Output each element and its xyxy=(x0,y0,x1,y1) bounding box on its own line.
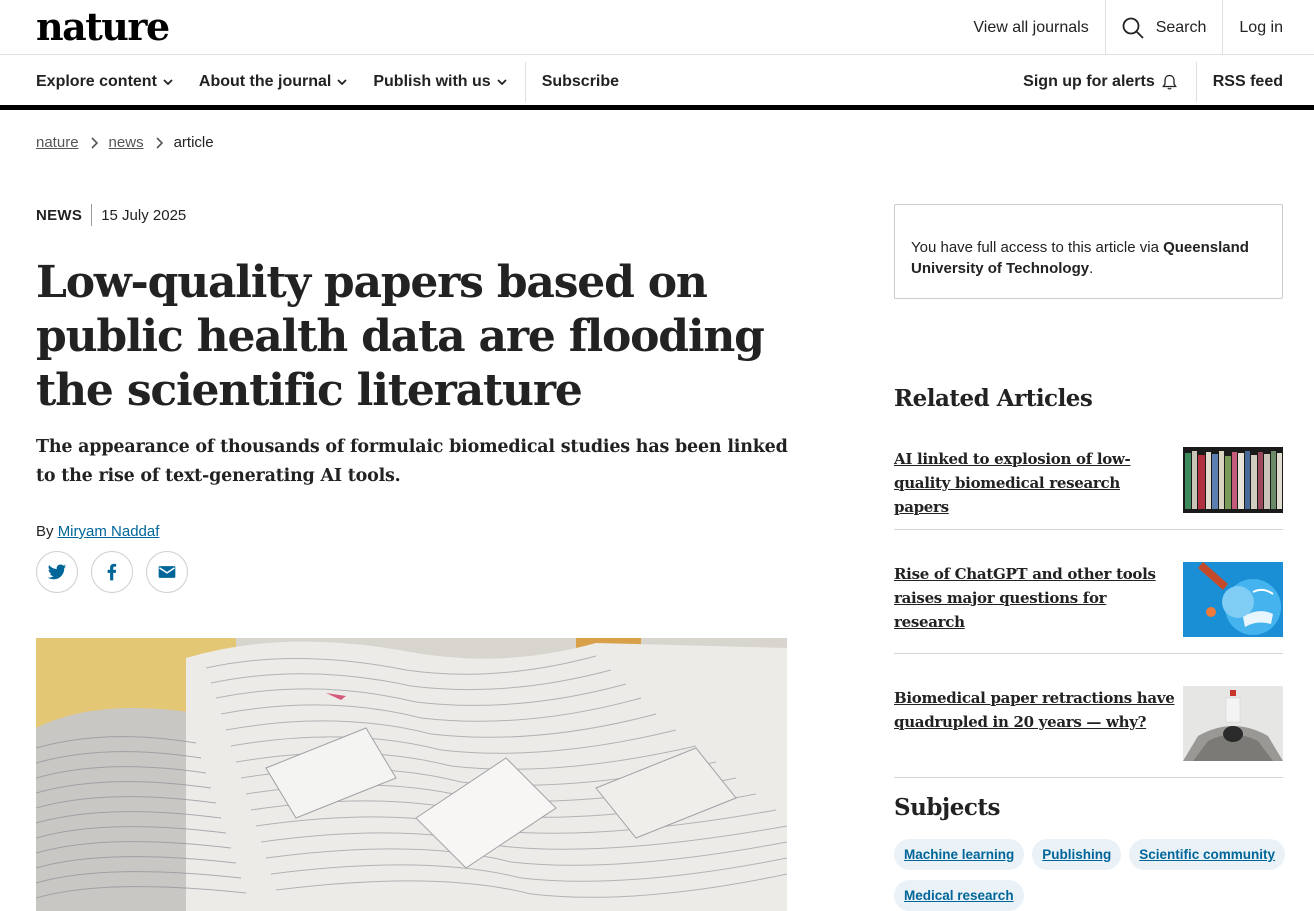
about-journal-label: About the journal xyxy=(198,73,332,90)
related-article-thumbnail xyxy=(1183,447,1283,513)
chevron-down-icon xyxy=(337,79,347,86)
explore-content-menu[interactable]: Explore content xyxy=(36,73,173,91)
related-article-link[interactable]: Biomedical paper retractions have quadru… xyxy=(894,686,1176,734)
nature-logo[interactable]: nature xyxy=(36,4,170,49)
article-title: Low-quality papers based on public healt… xyxy=(36,257,765,416)
access-notice: You have full access to this article via… xyxy=(894,204,1283,299)
publish-with-us-label: Publish with us xyxy=(373,73,491,90)
subject-tags: Machine learning Publishing Scientific c… xyxy=(894,839,1294,911)
bell-icon xyxy=(1161,74,1177,90)
breadcrumb-news[interactable]: news xyxy=(109,134,144,151)
nav-right: Sign up for alerts RSS feed xyxy=(1023,55,1283,109)
related-article-thumbnail xyxy=(1183,686,1283,761)
search-label: Search xyxy=(1155,18,1207,36)
email-icon xyxy=(158,566,176,578)
byline-prefix: By xyxy=(36,523,54,540)
article-meta: NEWS 15 July 2025 xyxy=(36,204,186,226)
subject-tag[interactable]: Publishing xyxy=(1032,839,1122,870)
subject-tag[interactable]: Scientific community xyxy=(1129,839,1286,870)
top-header: nature View all journals Search Log in xyxy=(0,0,1314,55)
view-all-journals-link[interactable]: View all journals xyxy=(957,0,1104,55)
breadcrumb-article: article xyxy=(173,134,214,151)
search-button[interactable]: Search xyxy=(1104,0,1223,55)
breadcrumb-nature[interactable]: nature xyxy=(36,134,79,151)
share-twitter-button[interactable] xyxy=(36,551,78,593)
author-link[interactable]: Miryam Naddaf xyxy=(58,523,160,540)
related-article[interactable]: Rise of ChatGPT and other tools raises m… xyxy=(894,562,1283,654)
alerts-label: Sign up for alerts xyxy=(1023,73,1155,90)
subscribe-link[interactable]: Subscribe xyxy=(542,73,619,91)
about-journal-menu[interactable]: About the journal xyxy=(199,73,347,91)
nav-divider xyxy=(1195,62,1197,102)
access-text: You have full access to this article via xyxy=(911,239,1164,256)
related-article-link[interactable]: Rise of ChatGPT and other tools raises m… xyxy=(894,562,1176,634)
access-suffix: . xyxy=(1089,260,1094,277)
chevron-down-icon xyxy=(497,79,507,86)
search-icon xyxy=(1122,17,1144,39)
hero-image-paper-stacks xyxy=(36,638,787,911)
nav-divider xyxy=(524,62,526,102)
rss-feed-link[interactable]: RSS feed xyxy=(1213,73,1283,91)
chevron-right-icon xyxy=(156,136,163,149)
chevron-down-icon xyxy=(163,79,173,86)
explore-content-label: Explore content xyxy=(36,73,157,90)
meta-divider xyxy=(91,204,93,226)
subjects-heading: Subjects xyxy=(894,794,1000,821)
article-type: NEWS xyxy=(36,206,83,224)
subject-tag[interactable]: Machine learning xyxy=(894,839,1025,870)
twitter-icon xyxy=(47,564,67,580)
share-email-button[interactable] xyxy=(146,551,188,593)
facebook-icon xyxy=(107,563,117,581)
main-nav: Explore content About the journal Publis… xyxy=(0,55,1314,110)
share-facebook-button[interactable] xyxy=(91,551,133,593)
chevron-right-icon xyxy=(90,136,98,149)
publish-with-us-menu[interactable]: Publish with us xyxy=(373,73,507,91)
related-articles-heading: Related Articles xyxy=(894,385,1093,412)
related-article[interactable]: AI linked to explosion of low-quality bi… xyxy=(894,447,1283,530)
article-date: 15 July 2025 xyxy=(101,206,187,224)
related-article[interactable]: Biomedical paper retractions have quadru… xyxy=(894,686,1283,778)
breadcrumb: nature news article xyxy=(36,134,214,151)
byline: By Miryam Naddaf xyxy=(36,523,159,540)
alerts-link[interactable]: Sign up for alerts xyxy=(1023,73,1178,91)
related-article-thumbnail xyxy=(1183,562,1283,637)
subject-tag[interactable]: Medical research xyxy=(894,880,1024,911)
related-article-link[interactable]: AI linked to explosion of low-quality bi… xyxy=(894,447,1176,519)
article-standfirst: The appearance of thousands of formulaic… xyxy=(36,437,788,486)
share-buttons xyxy=(36,551,188,593)
login-link[interactable]: Log in xyxy=(1222,0,1314,55)
nav-left: Explore content About the journal Publis… xyxy=(36,55,645,109)
top-right-links: View all journals Search Log in xyxy=(957,0,1314,55)
